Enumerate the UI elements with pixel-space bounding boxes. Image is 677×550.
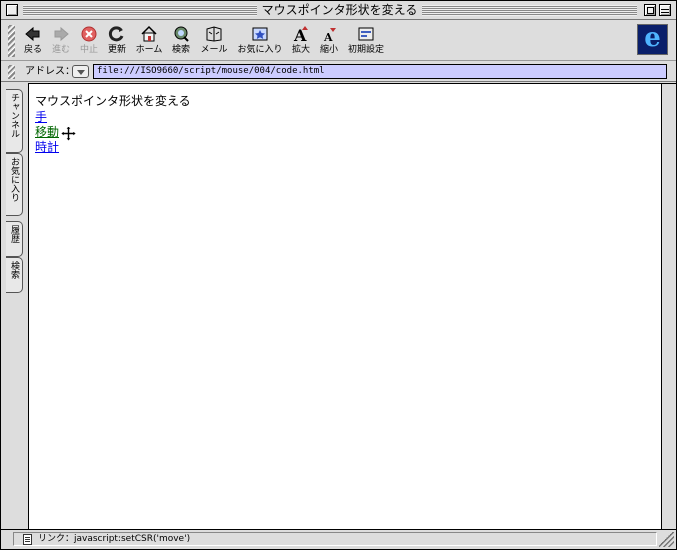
forward-arrow-icon xyxy=(52,25,70,43)
page-content[interactable]: マウスポインタ形状を変える 手 移動 時計 xyxy=(29,83,661,529)
home-button[interactable]: ホーム xyxy=(133,25,165,59)
resize-grip[interactable] xyxy=(659,532,674,547)
window-title: マウスポインタ形状を変える xyxy=(261,3,418,17)
link-hand[interactable]: 手 xyxy=(35,110,47,124)
mail-icon xyxy=(205,25,223,43)
forward-label: 進む xyxy=(51,45,70,55)
sidebar-tab-label: 履歴 xyxy=(9,225,19,243)
toolbar-grip[interactable] xyxy=(8,25,15,57)
toolbar: 戻る 進む 中止 更新 ホーム 検索 メール お気に入り A 拡大 A 縮小 初… xyxy=(1,21,676,61)
refresh-button[interactable]: 更新 xyxy=(105,25,129,59)
home-icon xyxy=(140,25,158,43)
address-history-dropdown[interactable] xyxy=(72,65,89,78)
page-heading: マウスポインタ形状を変える xyxy=(35,94,191,108)
back-label: 戻る xyxy=(23,45,42,55)
search-label: 検索 xyxy=(171,45,190,55)
address-label: アドレス： xyxy=(25,66,75,77)
move-cursor-icon xyxy=(61,126,76,141)
back-arrow-icon xyxy=(24,25,42,43)
status-text: リンク：javascript:setCSR('move') xyxy=(38,534,191,544)
browser-window: マウスポインタ形状を変える 戻る 進む 中止 更新 ホーム 検索 メール お気に… xyxy=(0,0,677,550)
preferences-button[interactable]: 初期設定 xyxy=(345,25,387,59)
search-icon xyxy=(172,25,190,43)
title-bar[interactable]: マウスポインタ形状を変える xyxy=(1,1,676,20)
page-icon xyxy=(23,534,32,545)
favorites-label: お気に入り xyxy=(237,45,283,55)
link-move[interactable]: 移動 xyxy=(35,125,59,139)
address-grip[interactable] xyxy=(8,65,15,79)
stop-label: 中止 xyxy=(79,45,98,55)
text-smaller-button[interactable]: A 縮小 xyxy=(317,25,341,59)
sidebar-tab-favorites[interactable]: お気に入り xyxy=(6,153,23,216)
text-larger-label: 拡大 xyxy=(291,45,310,55)
address-input[interactable]: file:///ISO9660/script/mouse/004/code.ht… xyxy=(93,64,667,79)
close-box[interactable] xyxy=(6,4,18,16)
text-larger-button[interactable]: A 拡大 xyxy=(289,25,313,59)
zoom-box[interactable] xyxy=(644,4,656,16)
sidebar-tab-label: チャンネル xyxy=(9,93,19,138)
sidebar-tab-label: 検索 xyxy=(9,261,19,279)
sidebar-tab-search[interactable]: 検索 xyxy=(6,257,23,293)
vertical-scrollbar[interactable] xyxy=(661,83,676,529)
title-stripes-right xyxy=(422,5,637,16)
preferences-label: 初期設定 xyxy=(347,45,384,55)
text-smaller-label: 縮小 xyxy=(319,45,338,55)
address-bar: アドレス： file:///ISO9660/script/mouse/004/c… xyxy=(1,62,676,82)
search-button[interactable]: 検索 xyxy=(169,25,193,59)
title-stripes-left xyxy=(23,5,257,16)
explorer-sidebar: チャンネル お気に入り 履歴 検索 xyxy=(1,83,29,529)
favorites-icon xyxy=(251,25,269,43)
sidebar-tab-label: お気に入り xyxy=(9,157,19,202)
stop-icon xyxy=(80,25,98,43)
favorites-button[interactable]: お気に入り xyxy=(235,25,285,59)
svg-text:A: A xyxy=(323,31,333,43)
refresh-label: 更新 xyxy=(107,45,126,55)
forward-button[interactable]: 進む xyxy=(49,25,73,59)
text-smaller-icon: A xyxy=(320,25,338,44)
text-larger-icon: A xyxy=(292,25,310,45)
home-label: ホーム xyxy=(135,45,163,55)
ie-logo[interactable]: e xyxy=(637,24,668,55)
refresh-icon xyxy=(108,25,126,43)
mail-label: メール xyxy=(200,45,228,55)
sidebar-tab-history[interactable]: 履歴 xyxy=(6,221,23,257)
collapse-box[interactable] xyxy=(659,4,671,16)
stop-button[interactable]: 中止 xyxy=(77,25,101,59)
sidebar-tab-channels[interactable]: チャンネル xyxy=(6,89,23,153)
link-clock[interactable]: 時計 xyxy=(35,140,59,154)
back-button[interactable]: 戻る xyxy=(21,25,45,59)
mail-button[interactable]: メール xyxy=(197,25,231,59)
preferences-icon xyxy=(357,25,375,43)
status-bar: リンク：javascript:setCSR('move') xyxy=(1,529,676,549)
